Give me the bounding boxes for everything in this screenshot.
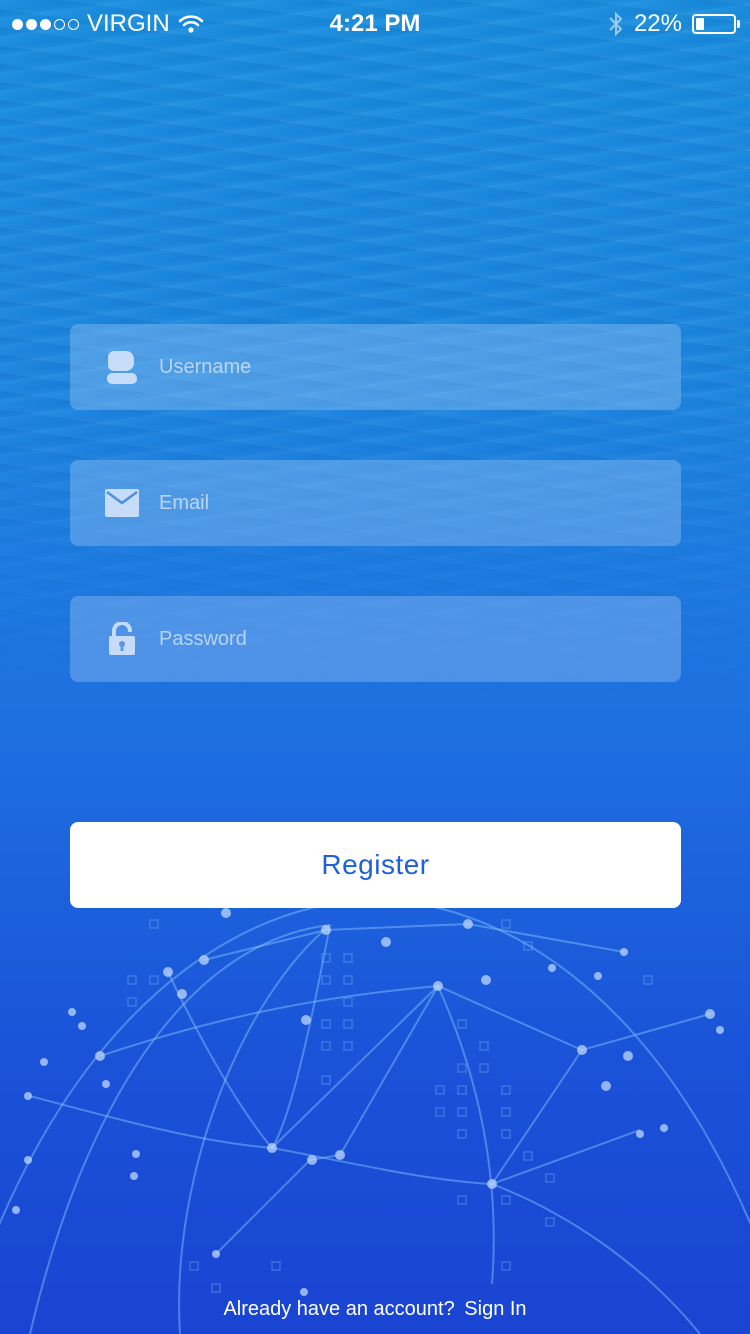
username-field[interactable]	[70, 324, 681, 410]
username-input[interactable]	[157, 336, 681, 398]
signin-prompt-text: Already have an account?	[223, 1298, 455, 1320]
mail-icon	[104, 485, 140, 521]
signin-prompt: Already have an account? Sign In	[0, 1298, 750, 1321]
lock-icon	[104, 621, 140, 657]
signin-link[interactable]: Sign In	[464, 1298, 526, 1320]
globe-network-graphic	[0, 898, 750, 1334]
register-button[interactable]: Register	[70, 822, 681, 908]
bluetooth-icon	[609, 11, 623, 37]
status-right: 22%	[608, 10, 740, 38]
battery-icon	[692, 14, 740, 34]
battery-fill	[696, 18, 704, 30]
password-field[interactable]	[70, 596, 681, 682]
password-input[interactable]	[157, 608, 681, 670]
status-bar: VIRGIN 4:21 PM 22%	[0, 0, 750, 48]
email-input[interactable]	[157, 472, 681, 534]
battery-percent: 22%	[633, 10, 682, 37]
user-icon	[104, 349, 140, 385]
email-field[interactable]	[70, 460, 681, 546]
